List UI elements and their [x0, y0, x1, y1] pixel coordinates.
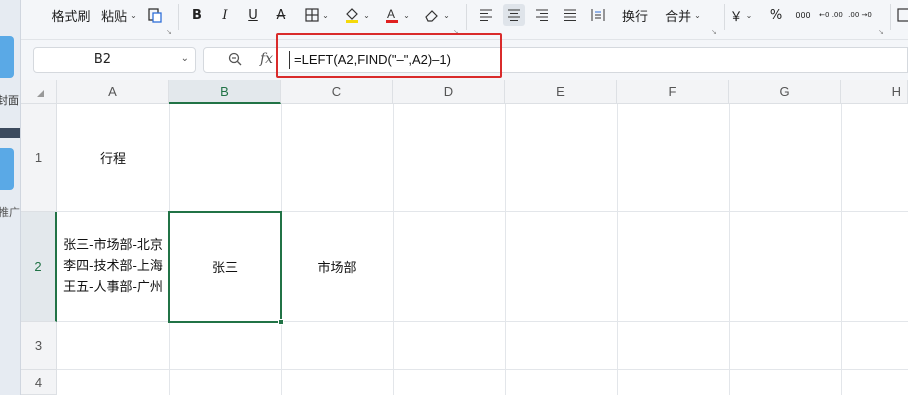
gridline: [617, 104, 618, 395]
side-panel-button[interactable]: [0, 148, 14, 190]
chevron-down-icon: ⌄: [403, 10, 410, 20]
svg-text:A: A: [387, 7, 395, 21]
merge-label: 合并: [665, 9, 692, 25]
chevron-down-icon: ⌄: [130, 10, 137, 20]
align-right-icon: [536, 9, 548, 21]
paste-button[interactable]: 粘贴 ⌄: [100, 4, 138, 26]
dialog-launcher-icon[interactable]: ↘: [711, 28, 717, 36]
cell-a2[interactable]: 张三-市场部-北京 李四-技术部-上海 王五-人事部-广州: [57, 212, 169, 321]
side-panel: 封面 推广: [0, 0, 21, 395]
increase-decimal-button[interactable]: ←0 .00: [819, 4, 843, 26]
chevron-down-icon: ⌄: [745, 10, 753, 20]
column-header-f[interactable]: F: [617, 80, 729, 104]
cell-line: 张三-市场部-北京: [63, 238, 163, 253]
currency-button[interactable]: ￥ ⌄: [726, 4, 756, 26]
divider: [466, 4, 467, 30]
table-icon: [897, 8, 908, 22]
gridline: [729, 104, 730, 395]
zoom-icon[interactable]: [228, 52, 242, 70]
side-panel-label: 推广: [0, 206, 20, 219]
font-color-button[interactable]: A ⌄: [381, 4, 413, 26]
active-cell-border: [168, 211, 282, 323]
cell-c2[interactable]: 市场部: [281, 212, 393, 321]
name-box-value: B2: [93, 52, 112, 67]
strikethrough-button[interactable]: A: [271, 4, 291, 26]
column-header-d[interactable]: D: [393, 80, 505, 104]
column-header-b[interactable]: B: [169, 80, 281, 104]
column-header-h[interactable]: H: [841, 80, 908, 104]
column-header-e[interactable]: E: [505, 80, 617, 104]
row-header-2[interactable]: 2: [21, 212, 57, 322]
clear-format-button[interactable]: ⌄: [421, 4, 453, 26]
distributed-align-button[interactable]: [588, 4, 608, 26]
column-header-c[interactable]: C: [281, 80, 393, 104]
dialog-launcher-icon[interactable]: ↘: [878, 28, 884, 36]
format-painter-button[interactable]: 格式刷: [49, 4, 93, 26]
spreadsheet-grid[interactable]: A B C D E F G H 1 2 3 4 行程 张三-市场部-北京 李四-…: [21, 80, 908, 395]
distributed-align-icon: [591, 9, 605, 21]
fill-color-button[interactable]: ⌄: [341, 4, 373, 26]
chevron-down-icon[interactable]: ⌄: [181, 53, 189, 64]
divider: [724, 4, 725, 30]
gridline: [57, 369, 908, 370]
justify-button[interactable]: [560, 4, 580, 26]
divider: [178, 4, 179, 30]
chevron-down-icon: ⌄: [443, 10, 450, 20]
border-grid-icon: [305, 8, 319, 22]
justify-icon: [564, 9, 576, 21]
dialog-launcher-icon[interactable]: ↘: [166, 28, 172, 36]
select-all-corner[interactable]: [21, 80, 57, 104]
percent-button[interactable]: %: [765, 4, 787, 26]
eraser-icon: [425, 10, 438, 22]
italic-button[interactable]: I: [215, 4, 235, 26]
align-left-button[interactable]: [476, 4, 496, 26]
wrap-text-button[interactable]: 换行: [619, 4, 651, 26]
cell-line: 王五-人事部-广州: [63, 280, 163, 295]
align-center-button[interactable]: [503, 4, 525, 26]
paint-bucket-icon: [346, 8, 359, 23]
row-header-1[interactable]: 1: [21, 104, 57, 212]
thousands-separator-button[interactable]: 000: [792, 4, 814, 26]
cell-a1[interactable]: 行程: [57, 104, 169, 211]
name-box[interactable]: B2 ⌄: [33, 47, 196, 73]
cell-line: 李四-技术部-上海: [63, 259, 163, 274]
row-header-3[interactable]: 3: [21, 322, 57, 370]
underline-button[interactable]: U: [243, 4, 263, 26]
font-color-icon: A: [386, 7, 399, 23]
currency-label: ￥: [729, 9, 743, 25]
chevron-down-icon: ⌄: [322, 10, 329, 20]
paste-label: 粘贴: [101, 9, 128, 25]
column-header-g[interactable]: G: [729, 80, 841, 104]
align-center-icon: [508, 9, 520, 21]
borders-button[interactable]: ⌄: [301, 4, 333, 26]
paste-options-button[interactable]: [145, 4, 165, 26]
align-left-icon: [480, 9, 492, 21]
gridline: [841, 104, 842, 395]
gridline: [505, 104, 506, 395]
divider: [890, 4, 891, 30]
gridline: [393, 104, 394, 395]
row-header-4[interactable]: 4: [21, 370, 57, 395]
merge-button[interactable]: 合并 ⌄: [661, 4, 705, 26]
highlight-box: [276, 33, 502, 78]
clipboard-icon: [148, 8, 162, 23]
align-right-button[interactable]: [532, 4, 552, 26]
column-header-a[interactable]: A: [57, 80, 169, 104]
fill-handle[interactable]: [278, 319, 284, 325]
decrease-decimal-button[interactable]: .00 →0: [848, 4, 872, 26]
side-panel-label: 封面: [0, 94, 19, 107]
triangle-icon: [37, 90, 44, 97]
side-panel-button[interactable]: [0, 36, 14, 78]
chevron-down-icon: ⌄: [694, 10, 701, 20]
chevron-down-icon: ⌄: [363, 10, 370, 20]
bold-button[interactable]: B: [187, 4, 207, 26]
function-icon[interactable]: fx: [260, 51, 273, 67]
cell-style-button[interactable]: [897, 4, 908, 26]
side-panel-divider: [0, 128, 20, 138]
